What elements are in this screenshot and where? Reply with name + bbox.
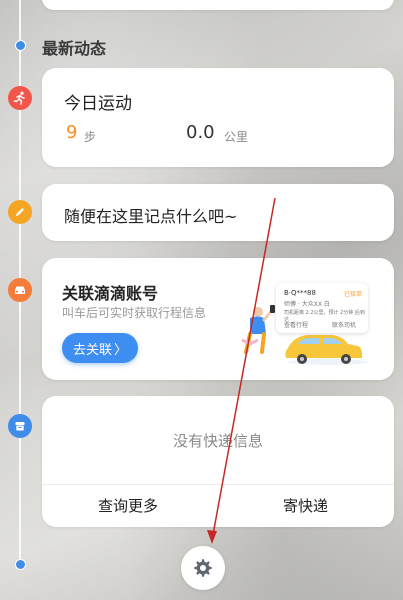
express-divider — [42, 484, 394, 485]
trip-action-contact: 联系司机 — [332, 322, 357, 329]
send-express-button[interactable]: 寄快递 — [283, 495, 328, 516]
section-title: 最新动态 — [42, 39, 107, 58]
trip-plate: B·Q***88 — [284, 289, 316, 297]
note-text: 随便在这里记点什么吧~ — [64, 207, 238, 226]
running-icon — [8, 86, 32, 110]
express-card — [42, 396, 394, 527]
previous-card — [42, 0, 394, 10]
steps-value: 9 — [66, 122, 78, 143]
query-more-button[interactable]: 查询更多 — [98, 495, 158, 516]
timeline-end-dot — [15, 559, 26, 570]
distance-value: 0.0 — [186, 122, 215, 143]
pencil-icon — [8, 200, 32, 224]
didi-subtitle: 叫车后可实时获取行程信息 — [62, 306, 207, 320]
car-icon — [8, 278, 32, 302]
exercise-title: 今日运动 — [64, 94, 132, 114]
distance-unit: 公里 — [224, 130, 249, 144]
trip-status: 已接单 — [343, 291, 362, 298]
trip-driver: 师傅 · 大众XX 白 — [284, 301, 330, 308]
express-empty-text: 没有快递信息 — [172, 432, 263, 450]
trip-preview-card: B·Q***88 已接单 师傅 · 大众XX 白 司机距离 2.2公里，预计 2… — [276, 283, 368, 333]
package-icon — [8, 414, 32, 438]
timeline-dot — [15, 40, 26, 51]
exercise-card[interactable] — [42, 68, 394, 167]
gear-icon — [194, 559, 212, 577]
trip-action-view: 查看行程 — [284, 322, 309, 329]
steps-unit: 步 — [84, 130, 97, 144]
didi-title: 关联滴滴账号 — [62, 284, 159, 303]
link-didi-button[interactable]: 去关联 〉 — [62, 333, 138, 363]
chevron-right-icon: 〉 — [114, 342, 128, 358]
settings-button[interactable] — [181, 546, 225, 590]
link-didi-label: 去关联 — [72, 342, 112, 358]
